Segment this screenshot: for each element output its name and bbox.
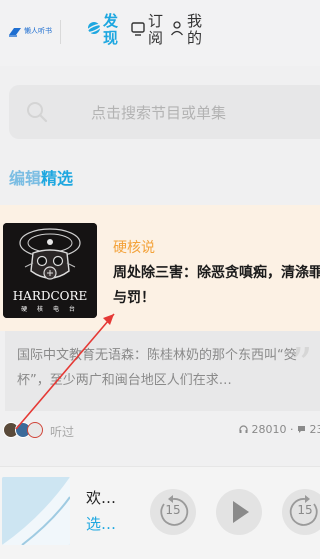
forward-15-button[interactable]: 15 — [282, 489, 320, 535]
cover-title: HARDCORE — [12, 289, 88, 303]
tab-mine[interactable]: 我的 — [170, 12, 204, 52]
user-icon — [170, 21, 184, 36]
featured-meta: 听过 28010 · 23 — [0, 419, 320, 443]
now-playing-subtitle: 选… — [86, 515, 117, 533]
play-button[interactable] — [216, 489, 262, 535]
cover-subtitle: 硬 核 电 台 — [21, 306, 79, 313]
episode-title[interactable]: 周处除三害：除恶贪嗔痴，清涤罪与罚！ — [113, 261, 320, 311]
tab-discover[interactable]: 发现 — [86, 12, 126, 52]
now-playing-title: 欢… — [86, 489, 117, 507]
podcast-cover[interactable]: HARDCORE 硬 核 电 台 — [3, 223, 97, 318]
search-bar[interactable]: 点击搜索节目或单集 — [9, 85, 320, 139]
rewind-seconds: 15 — [165, 503, 181, 517]
tab-mine-label: 我的 — [187, 12, 203, 47]
section-title-part2: 精选 — [41, 169, 74, 188]
play-stats: 28010 · 23 — [239, 423, 320, 436]
tab-subscribe-label: 订阅 — [148, 12, 164, 47]
cover-art-image — [2, 477, 70, 545]
logo-icon — [9, 28, 21, 37]
separator: · — [290, 423, 294, 436]
featured-card-header: HARDCORE 硬 核 电 台 硬核说 周处除三害：除恶贪嗔痴，清涤罪与罚！ — [0, 205, 320, 331]
divider — [60, 20, 61, 44]
listened-label: 听过 — [50, 425, 75, 439]
section-title: 编辑精选 — [9, 165, 73, 189]
avatar — [27, 422, 43, 438]
tab-discover-label: 发现 — [103, 12, 119, 47]
show-name[interactable]: 硬核说 — [113, 237, 155, 257]
now-playing-cover[interactable] — [2, 477, 70, 545]
headphones-icon — [239, 425, 248, 433]
quote-text: 国际中文教育无语森：陈桂林奶的那个东西叫“筊杯”，至少两广和闽台地区人们在求… — [17, 348, 297, 388]
comment-count: 23 — [309, 423, 320, 436]
planet-icon — [86, 22, 102, 34]
comment-icon — [298, 426, 305, 433]
mini-player[interactable]: 欢… 选… 15 15 — [0, 466, 320, 559]
play-count: 28010 — [251, 423, 287, 436]
search-placeholder: 点击搜索节目或单集 — [91, 104, 227, 122]
logo-text: 懒人听书 — [24, 28, 52, 35]
subscribe-icon — [131, 22, 145, 36]
tab-subscribe[interactable]: 订阅 — [131, 12, 165, 52]
quote-box[interactable]: ” 国际中文教育无语森：陈桂林奶的那个东西叫“筊杯”，至少两广和闽台地区人们在求… — [5, 331, 320, 411]
play-icon — [233, 501, 249, 523]
search-icon — [27, 102, 48, 123]
app-logo[interactable]: 懒人听书 — [8, 26, 52, 38]
listener-avatars[interactable] — [3, 422, 47, 440]
featured-card[interactable]: HARDCORE 硬 核 电 台 硬核说 周处除三害：除恶贪嗔痴，清涤罪与罚！ … — [0, 205, 320, 455]
rewind-15-button[interactable]: 15 — [150, 489, 196, 535]
top-nav-bar: 懒人听书 发现 订阅 我的 — [0, 0, 320, 66]
section-title-part1: 编辑 — [9, 169, 42, 188]
forward-seconds: 15 — [297, 503, 313, 517]
